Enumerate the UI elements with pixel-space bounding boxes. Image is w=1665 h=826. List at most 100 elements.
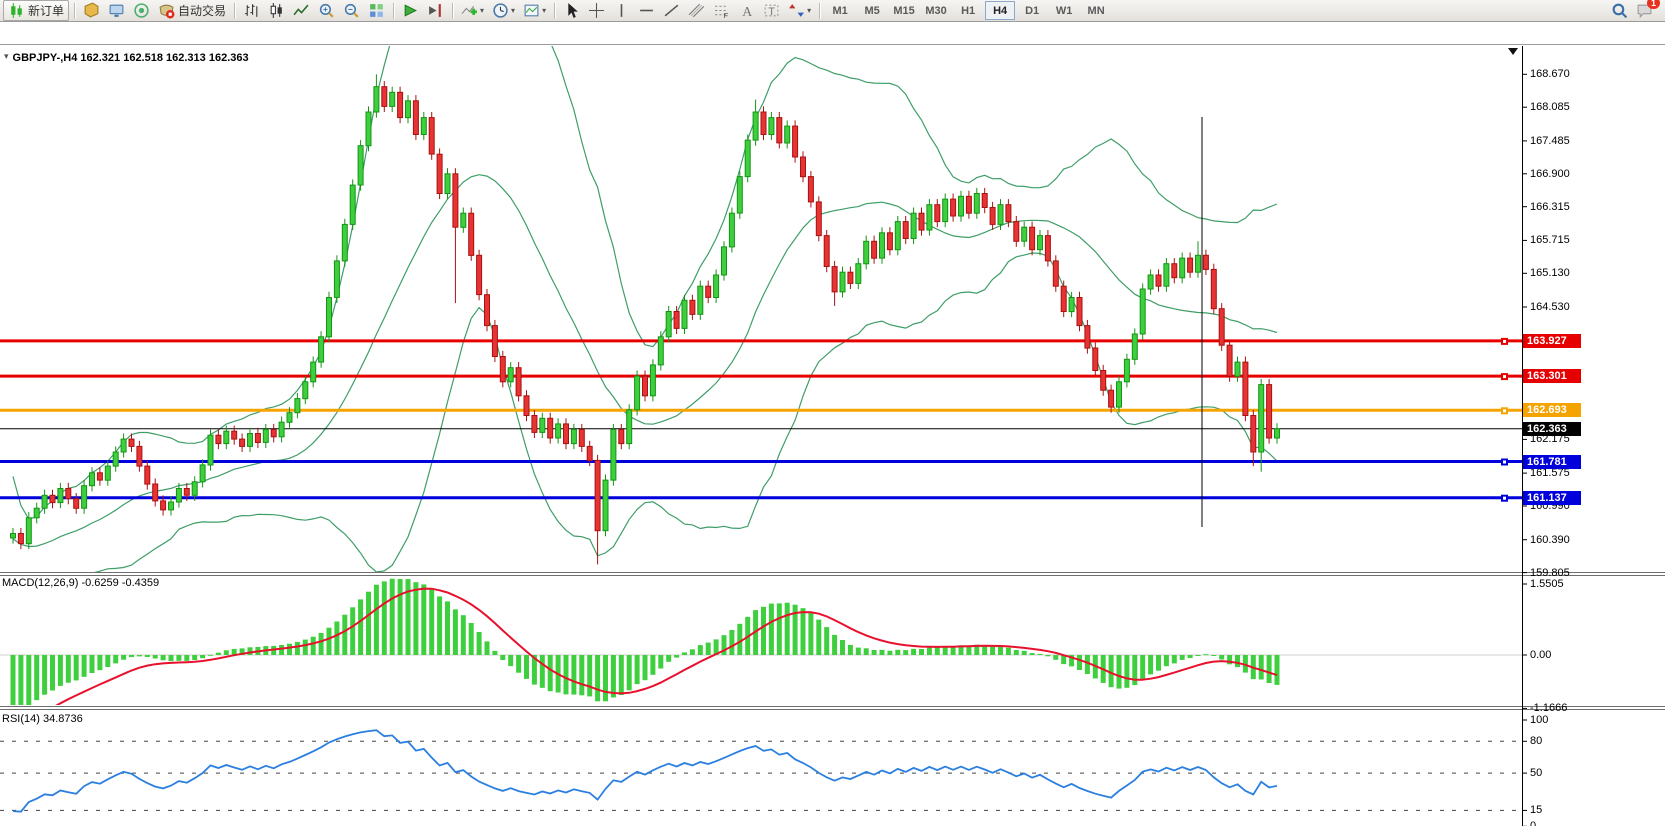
- bollinger-bands: [13, 22, 1277, 601]
- text-button[interactable]: A: [735, 0, 758, 21]
- timeframe-h4-button[interactable]: H4: [985, 1, 1015, 20]
- price-axis-tick: 168.085: [1530, 101, 1570, 113]
- arrows-icon: [788, 2, 805, 19]
- price-axis-tick: 165.130: [1530, 267, 1570, 279]
- text-label-icon: T: [763, 2, 780, 19]
- price-axis-tick: 167.485: [1530, 135, 1570, 147]
- price-axis-tick: 166.315: [1530, 201, 1570, 213]
- vertical-line-icon: [613, 2, 630, 19]
- zoom-out-icon: [343, 2, 360, 19]
- auto-scroll-button[interactable]: [399, 0, 422, 21]
- rsi-axis-tick: 50: [1530, 767, 1542, 779]
- chevron-down-icon: ▾: [807, 6, 811, 15]
- fibonacci-button[interactable]: F: [710, 0, 733, 21]
- timeframe-d1-button[interactable]: D1: [1017, 1, 1047, 20]
- level-price-label[interactable]: 161.781: [1523, 455, 1581, 469]
- timeframe-m5-button[interactable]: M5: [857, 1, 887, 20]
- notification-badge: 1: [1647, 0, 1660, 9]
- toolbar-button-label: 自动交易: [178, 2, 226, 19]
- line-chart-button[interactable]: [290, 0, 313, 21]
- zoom-in-icon: [318, 2, 335, 19]
- candles-green-icon: [8, 2, 25, 19]
- level-price-label[interactable]: 162.363: [1523, 422, 1581, 436]
- rsi-line: [13, 730, 1277, 812]
- chart-shift-button[interactable]: [424, 0, 447, 21]
- notifications-button[interactable]: 1: [1633, 0, 1656, 21]
- navigator-button[interactable]: [130, 0, 153, 21]
- price-axis-tick: 166.900: [1530, 168, 1570, 180]
- bar-chart-button[interactable]: [240, 0, 263, 21]
- toolbar-separator: [554, 3, 556, 19]
- horizontal-line-button[interactable]: [635, 0, 658, 21]
- chevron-down-icon: ▾: [542, 6, 546, 15]
- crosshair-button[interactable]: [585, 0, 608, 21]
- level-price-label[interactable]: 163.301: [1523, 369, 1581, 383]
- new-chart-button[interactable]: [80, 0, 103, 21]
- crosshair-icon: [588, 2, 605, 19]
- rsi-axis-tick: 80: [1530, 735, 1542, 747]
- auto-scroll-icon: [402, 2, 419, 19]
- candle-chart-button[interactable]: [265, 0, 288, 21]
- toolbar-separator: [74, 3, 76, 19]
- vertical-line-button[interactable]: [610, 0, 633, 21]
- autotrading-icon: [158, 2, 175, 19]
- mt4-window: 新订单自动交易▾▾▾FAT▾M1M5M15M30H1H4D1W1MN1 ▾GBP…: [0, 0, 1665, 826]
- trendline-button[interactable]: [660, 0, 683, 21]
- profiles-button[interactable]: [105, 0, 128, 21]
- search-icon: [1611, 2, 1628, 19]
- zoom-in-button[interactable]: [315, 0, 338, 21]
- periods-icon: [492, 2, 509, 19]
- timeframe-m15-button[interactable]: M15: [889, 1, 919, 20]
- timeframe-m30-button[interactable]: M30: [921, 1, 951, 20]
- navigator-icon: [133, 2, 150, 19]
- zoom-out-button[interactable]: [340, 0, 363, 21]
- rsi-axis-tick: 15: [1530, 804, 1542, 816]
- candle-chart-icon: [268, 2, 285, 19]
- price-axis-tick: 164.530: [1530, 301, 1570, 313]
- one-click-caret-icon[interactable]: ▾: [4, 51, 9, 62]
- chart-shift-marker-icon[interactable]: [1508, 48, 1518, 55]
- price-axis-tick: 160.390: [1530, 534, 1570, 546]
- chart-canvas[interactable]: ▾GBPJPY-,H4 162.321 162.518 162.313 162.…: [0, 22, 1665, 826]
- macd-axis-tick: 0.00: [1530, 649, 1551, 661]
- autotrading-button[interactable]: 自动交易: [155, 0, 229, 21]
- profiles-icon: [108, 2, 125, 19]
- timeframe-m1-button[interactable]: M1: [825, 1, 855, 20]
- candles: [11, 74, 1280, 564]
- periods-button[interactable]: ▾: [489, 0, 518, 21]
- price-axis-tick: 168.670: [1530, 68, 1570, 80]
- timeframe-mn-button[interactable]: MN: [1081, 1, 1111, 20]
- search-button[interactable]: [1608, 0, 1631, 21]
- price-axis-tick: 161.575: [1530, 467, 1570, 479]
- level-price-label[interactable]: 161.137: [1523, 491, 1581, 505]
- text-label-button[interactable]: T: [760, 0, 783, 21]
- level-price-label[interactable]: 162.693: [1523, 403, 1581, 417]
- indicators-button[interactable]: ▾: [458, 0, 487, 21]
- chart-shift-icon: [427, 2, 444, 19]
- price-axis-tick: 159.805: [1530, 567, 1570, 579]
- chart-graphics[interactable]: [0, 22, 1665, 826]
- templates-icon: [523, 2, 540, 19]
- cursor-button[interactable]: [560, 0, 583, 21]
- line-chart-icon: [293, 2, 310, 19]
- cursor-icon: [563, 2, 580, 19]
- macd-histogram: [11, 579, 1280, 728]
- rsi-indicator-label: RSI(14) 34.8736: [2, 713, 83, 725]
- channel-button[interactable]: [685, 0, 708, 21]
- bar-chart-icon: [243, 2, 260, 19]
- toolbar-separator: [452, 3, 454, 19]
- arrows-button[interactable]: ▾: [785, 0, 814, 21]
- timeframe-h1-button[interactable]: H1: [953, 1, 983, 20]
- text-icon: A: [738, 2, 755, 19]
- templates-button[interactable]: ▾: [520, 0, 549, 21]
- fibonacci-icon: F: [713, 2, 730, 19]
- tile-windows-icon: [368, 2, 385, 19]
- new-order-button[interactable]: 新订单: [3, 0, 69, 21]
- tile-windows-button[interactable]: [365, 0, 388, 21]
- level-price-label[interactable]: 163.927: [1523, 334, 1581, 348]
- new-chart-icon: [83, 2, 100, 19]
- timeframe-w1-button[interactable]: W1: [1049, 1, 1079, 20]
- rsi-axis-tick: 0: [1530, 820, 1536, 826]
- toolbar-button-label: 新订单: [28, 2, 64, 19]
- toolbar-separator: [819, 3, 821, 19]
